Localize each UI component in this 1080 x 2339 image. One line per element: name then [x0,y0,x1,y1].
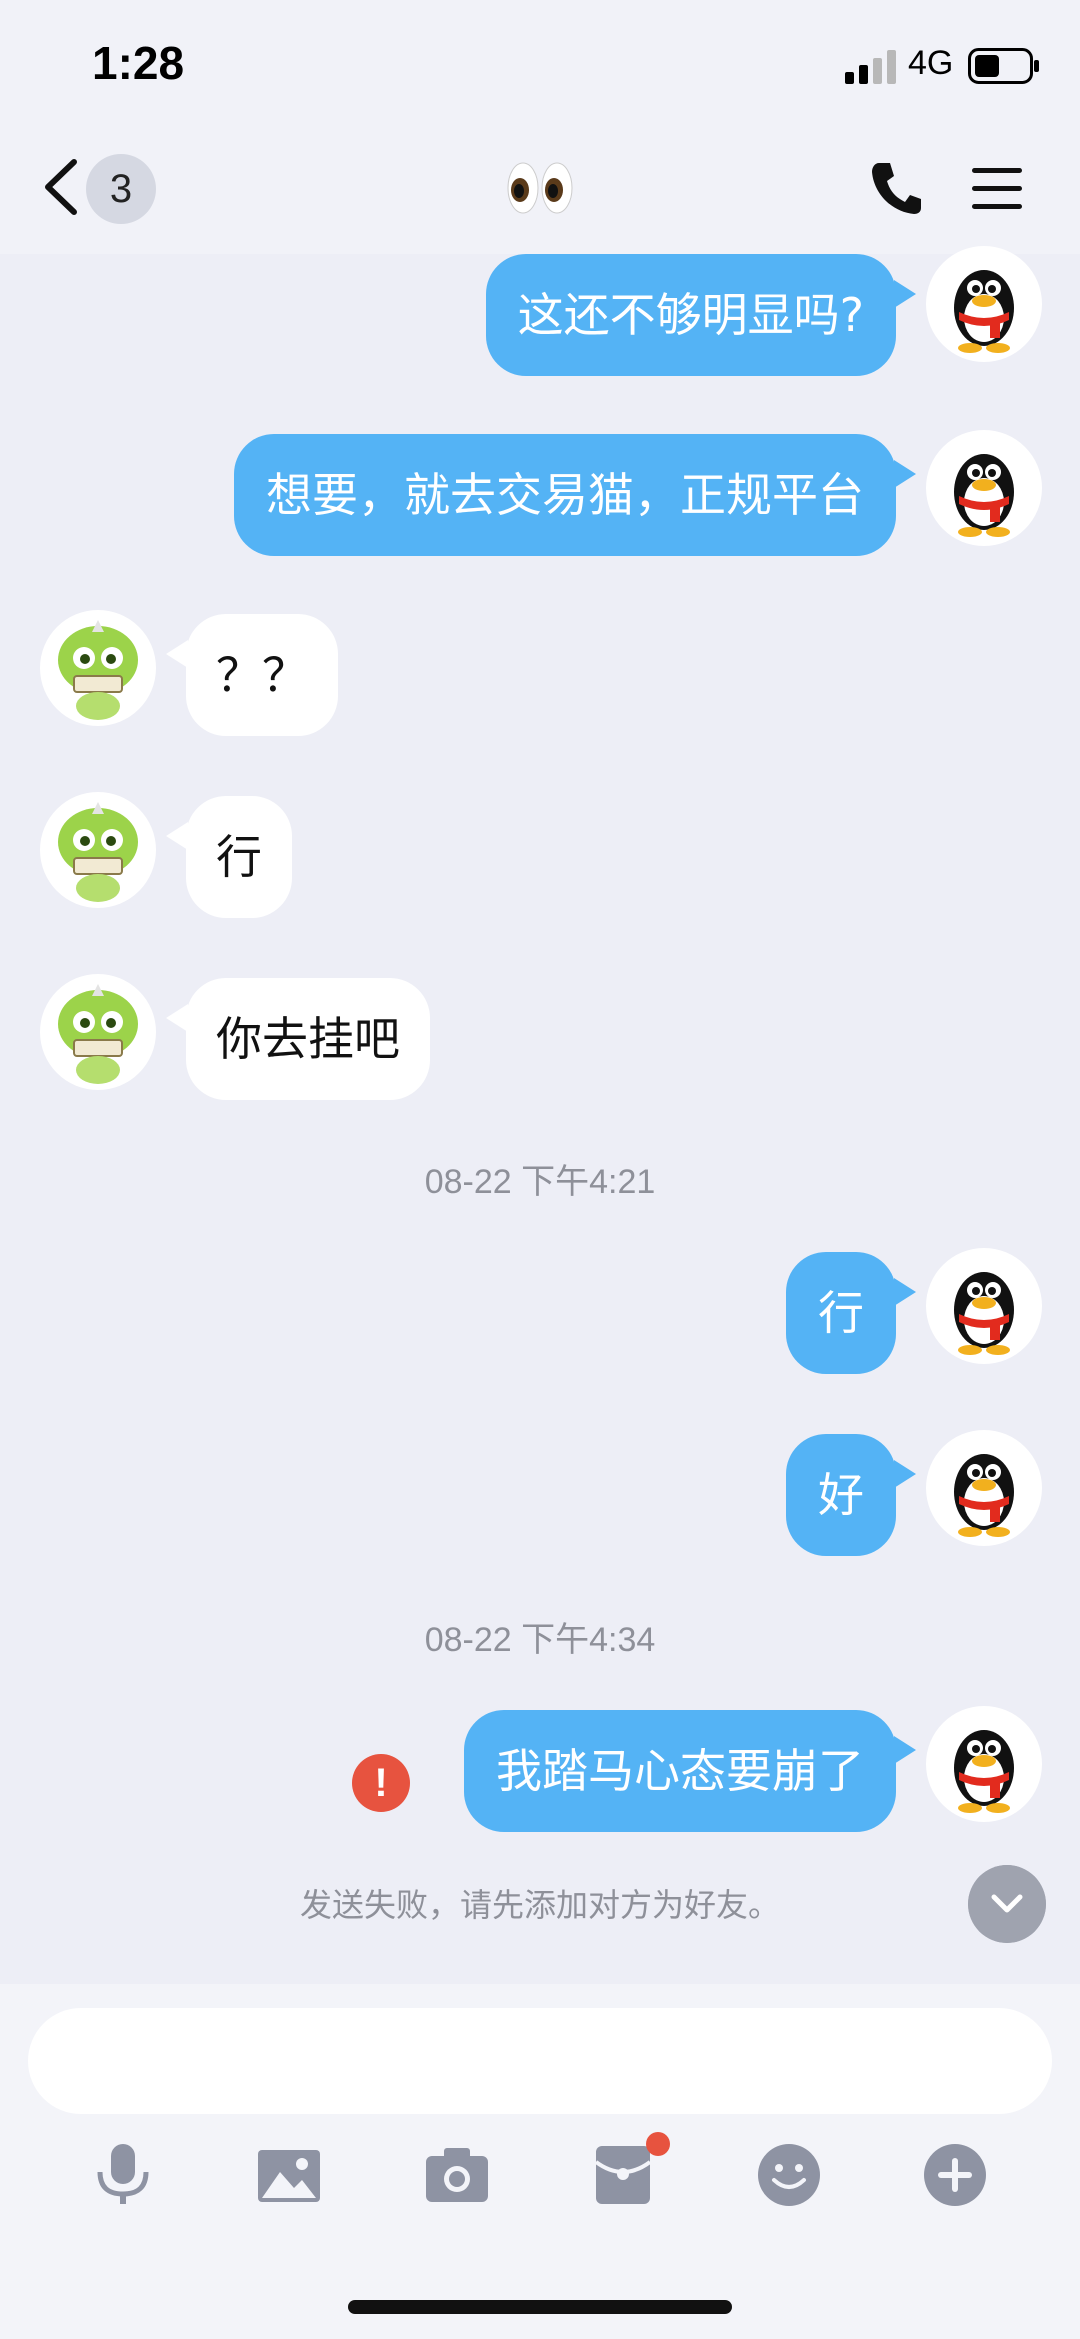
contact-avatar[interactable] [40,974,156,1090]
penguin-icon [954,454,1014,537]
chat-message-list[interactable]: 这还不够明显吗? 想要，就去交易猫，正规平台 ？？ 行 你去挂吧 08-22 下… [0,246,1080,1984]
contact-avatar[interactable] [40,792,156,908]
green-monster-icon [58,620,138,720]
unread-count-badge[interactable]: 3 [86,154,156,224]
plus-icon[interactable] [922,2142,988,2208]
top-bar: 1:28 4G 3 [0,0,1080,254]
message-row: 你去挂吧 [0,974,1080,1118]
status-time: 1:28 [92,37,185,89]
message-row: ？？ [0,610,1080,754]
battery-icon [968,48,1039,84]
self-avatar[interactable] [926,246,1042,362]
penguin-icon [954,270,1014,353]
self-avatar[interactable] [926,1248,1042,1364]
message-bubble-incoming[interactable]: ？？ [186,614,338,736]
penguin-icon [954,1454,1014,1537]
bubble-tail [894,1278,916,1306]
message-timestamp: 08-22 下午4:21 [424,1163,656,1201]
camera-icon[interactable] [424,2142,490,2208]
message-row: ! 我踏马心态要崩了 [0,1706,1080,1850]
message-bubble-incoming[interactable]: 行 [186,796,292,918]
penguin-icon [954,1730,1014,1813]
message-bubble-outgoing[interactable]: 我踏马心态要崩了 [464,1710,896,1832]
phone-call-icon[interactable] [870,160,922,216]
message-row: 行 [0,1248,1080,1392]
input-bar [0,1984,1080,2339]
self-avatar[interactable] [926,430,1042,546]
message-row: 行 [0,792,1080,936]
image-icon[interactable] [256,2142,322,2208]
penguin-icon [954,1272,1014,1355]
network-type: 4G [908,44,954,82]
message-row: 好 [0,1430,1080,1574]
send-failed-icon[interactable]: ! [352,1754,410,1812]
green-monster-icon [58,984,138,1084]
message-timestamp: 08-22 下午4:34 [424,1621,656,1659]
red-envelope-icon[interactable] [590,2142,656,2208]
emoji-icon[interactable] [756,2142,822,2208]
green-monster-icon [58,802,138,902]
self-avatar[interactable] [926,1430,1042,1546]
message-bubble-outgoing[interactable]: 想要，就去交易猫，正规平台 [234,434,896,556]
contact-avatar[interactable] [40,610,156,726]
message-bubble-outgoing[interactable]: 行 [786,1252,896,1374]
microphone-icon[interactable] [90,2142,156,2208]
message-bubble-outgoing[interactable]: 好 [786,1434,896,1556]
bubble-tail [166,822,188,850]
bubble-tail [166,1004,188,1032]
message-bubble-outgoing[interactable]: 这还不够明显吗? [485,254,896,376]
send-failed-notice: 发送失败，请先添加对方为好友。 [299,1886,780,1924]
back-chevron-icon[interactable] [40,158,82,216]
message-input[interactable] [28,2008,1052,2114]
bubble-tail [894,1736,916,1764]
home-indicator[interactable] [348,2300,732,2314]
self-avatar[interactable] [926,1706,1042,1822]
notification-dot [646,2132,670,2156]
bubble-tail [166,640,188,668]
scroll-down-icon[interactable] [968,1865,1046,1943]
message-row: 这还不够明显吗? [0,246,1080,394]
bubble-tail [894,460,916,488]
message-bubble-incoming[interactable]: 你去挂吧 [186,978,430,1100]
menu-icon[interactable] [972,166,1022,212]
bubble-tail [894,280,916,308]
bubble-tail [894,1460,916,1488]
signal-icon [845,50,896,84]
message-row: 想要，就去交易猫，正规平台 [0,430,1080,574]
eyes-emoji-icon [507,162,573,214]
